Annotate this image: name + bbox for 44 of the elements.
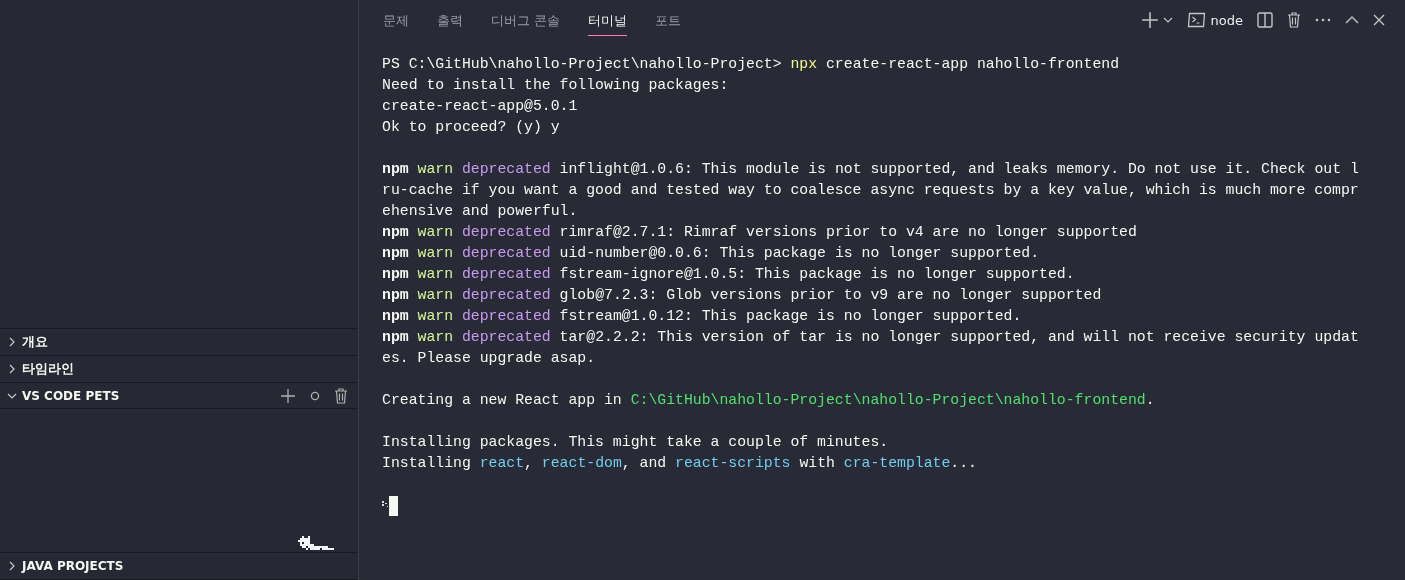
panel-tab[interactable]: 터미널 [588,4,628,36]
terminal-line: Installing react, react-dom, and react-scripts with cra-template... [382,455,977,471]
panel-tab[interactable]: 포트 [655,4,682,36]
terminal-selector[interactable]: node [1186,12,1243,28]
panel-tab[interactable]: 문제 [383,4,409,36]
terminal-line: Need to install the following packages: [382,77,729,93]
terminal-line: npm warn deprecated uid-number@0.0.6: This package is no longer supported. [382,245,1040,261]
add-icon[interactable] [280,387,296,404]
section-title: VS CODE PETS [22,388,120,403]
section-header[interactable]: 개요 [0,329,358,356]
terminal-line: Creating a new React app in C:\GitHub\nahollo-Project\nahollo-Project\nahollo-frontend. [382,392,1155,408]
terminal-line: PS C:\GitHub\nahollo-Project\nahollo-Project> npx create-react-app nahollo-frontend [382,56,1119,72]
terminal-line: ehensive and powerful. [382,203,578,219]
terminal-line: npm warn deprecated rimraf@2.7.1: Rimraf versions prior to v4 are no longer supported [382,224,1137,240]
more-icon[interactable] [1315,18,1331,22]
terminal-line: create-react-app@5.0.1 [382,98,578,114]
chevron-up-icon[interactable] [1345,15,1359,25]
terminal-line: npm warn deprecated glob@7.2.3: Glob versions prior to v9 are no longer supported [382,287,1102,303]
terminal-icon [1186,12,1206,28]
add-icon[interactable] [1140,11,1159,29]
delete-icon[interactable] [334,387,348,404]
panel-tab[interactable]: 출력 [437,4,463,36]
circle-icon[interactable] [310,390,320,401]
section-title: 개요 [22,333,48,352]
terminal-line: ru-cache if you want a good and tested way to coalesce async requests by a key value, which is much more compr [382,182,1359,198]
terminal-line: npm warn deprecated fstream@1.0.12: This package is no longer supported. [382,308,1022,324]
delete-icon[interactable] [1287,12,1301,28]
terminal-line: npm warn deprecated fstream-ignore@1.0.5: This package is no longer supported. [382,266,1075,282]
section-header[interactable]: JAVA PROJECTS [0,553,358,580]
terminal-line: npm warn deprecated tar@2.2.2: This version of tar is no longer supported, and will not receive security updat [382,329,1359,345]
section-header[interactable]: 타임라인 [0,355,358,383]
terminal-line: es. Please upgrade asap. [382,350,596,366]
cursor [389,495,398,516]
terminal-line: Ok to proceed? (y) y [382,119,560,135]
chevron-down-icon[interactable] [1162,15,1173,25]
split-icon[interactable] [1257,12,1273,28]
close-icon[interactable] [1373,14,1385,26]
section-title: 타임라인 [22,359,74,378]
pet-drawing [298,536,334,551]
terminal-line: npm warn deprecated inflight@1.0.6: This module is not supported, and leaks memory. Do not use it. Check out l [382,161,1359,177]
terminal-line: Installing packages. This might take a couple of minutes. [382,434,889,450]
panel-tab[interactable]: 디버그 콘솔 [491,4,561,36]
section-title: JAVA PROJECTS [22,559,124,574]
section-header[interactable]: VS CODE PETS [0,382,358,410]
